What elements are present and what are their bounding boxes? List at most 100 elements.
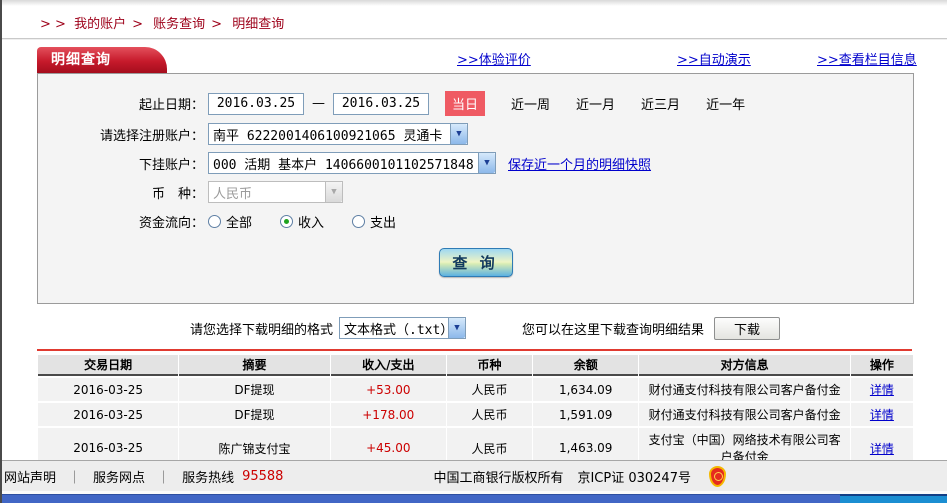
top-links: >>体验评价 >>自动演示 >>查看栏目信息	[37, 49, 917, 68]
fund-flow-label: 资金流向：	[138, 215, 204, 231]
chevron-down-icon[interactable]: ▼	[478, 153, 495, 173]
breadcrumb-prefix: > >	[40, 17, 66, 32]
date-range-row: 起止日期： — 当日 近一周 近一月 近三月 近一年	[38, 91, 913, 116]
tab-row: 明细查询 >>体验评价 >>自动演示 >>查看栏目信息	[37, 47, 917, 73]
cell-balance: 1,634.09	[533, 378, 639, 401]
download-format-value: 文本格式（.txt）	[344, 322, 449, 338]
register-account-row: 请选择注册账户： 南平 6222001406100921065 灵通卡 ▼	[38, 123, 913, 145]
sub-account-select[interactable]: 000 活期 基本户 1406600101102571848 ▼	[208, 152, 496, 174]
date-to-input[interactable]	[333, 92, 429, 115]
fund-flow-options: 全部 收入 支出	[208, 212, 424, 231]
breadcrumb-item-my-account[interactable]: 我的账户	[74, 17, 126, 32]
chevron-down-icon[interactable]: ▼	[448, 318, 466, 338]
detail-link[interactable]: 详情	[870, 408, 894, 422]
today-button[interactable]: 当日	[445, 91, 486, 116]
bottom-bar	[2, 494, 947, 503]
footer-left-links: 网站声明 ｜ 服务网点 ｜ 服务热线 95588	[2, 467, 283, 486]
cell-summary: DF提现	[179, 403, 330, 426]
cell-action: 详情	[850, 403, 913, 426]
icp-emblem-icon	[708, 465, 726, 487]
col-header-counterparty: 对方信息	[639, 355, 850, 376]
register-account-value: 南平 6222001406100921065 灵通卡	[213, 128, 443, 144]
fund-flow-row: 资金流向： 全部 收入 支出	[38, 210, 913, 232]
radio-flow-all[interactable]: 全部	[208, 212, 252, 231]
page: > > 我的账户 > 账务查询 > 明细查询 明细查询 >>体验评价 >>自动演示 …	[0, 0, 947, 503]
col-header-amount: 收入/支出	[330, 355, 446, 376]
radio-flow-income-label: 收入	[298, 215, 325, 231]
quick-range-quarter[interactable]: 近三月	[641, 94, 680, 113]
register-account-select[interactable]: 南平 6222001406100921065 灵通卡 ▼	[208, 123, 468, 145]
date-dash: —	[312, 96, 325, 111]
quick-range-year[interactable]: 近一年	[706, 94, 745, 113]
sub-account-value: 000 活期 基本户 1406600101102571848	[213, 157, 474, 173]
currency-select-disabled: 人民币 ▼	[208, 181, 343, 203]
footer-icp: 京ICP证 030247号	[577, 470, 691, 486]
quick-range-month[interactable]: 近一月	[576, 94, 615, 113]
currency-row: 币 种： 人民币 ▼	[38, 181, 913, 203]
currency-label: 币 种：	[151, 186, 204, 202]
detail-link[interactable]: 详情	[870, 383, 894, 397]
bottom-bar-left	[2, 494, 840, 503]
query-button[interactable]: 查 询	[438, 248, 513, 277]
radio-flow-income[interactable]: 收入	[280, 212, 324, 231]
save-monthly-snapshot-link[interactable]: 保存近一个月的明细快照	[508, 154, 651, 173]
detail-link[interactable]: 详情	[870, 442, 894, 456]
chevron-down-icon: ▼	[325, 182, 342, 202]
footer-hotline-label: 服务热线	[182, 470, 235, 486]
footer: 网站声明 ｜ 服务网点 ｜ 服务热线 95588 中国工商银行版权所有 京ICP…	[2, 460, 947, 503]
cell-date: 2016-03-25	[38, 403, 179, 426]
breadcrumb-separator: >	[211, 17, 223, 32]
col-header-date: 交易日期	[38, 355, 179, 376]
transaction-table: 交易日期 摘要 收入/支出 币种 余额 对方信息 操作 2016-03-25 D…	[37, 353, 914, 470]
radio-circle-icon	[352, 214, 366, 228]
footer-separator: ｜	[157, 470, 171, 486]
footer-link-service-outlets[interactable]: 服务网点	[93, 467, 145, 486]
cell-amount: +53.00	[330, 378, 446, 401]
cell-counterparty: 财付通支付科技有限公司客户备付金	[639, 378, 850, 401]
download-format-select[interactable]: 文本格式（.txt） ▼	[339, 317, 467, 339]
link-view-column-info[interactable]: >>查看栏目信息	[817, 49, 917, 68]
currency-value: 人民币	[213, 186, 253, 202]
query-button-row: 查 询	[38, 248, 913, 277]
table-top-divider	[37, 349, 912, 351]
quick-range-week[interactable]: 近一周	[511, 94, 550, 113]
table-header-row: 交易日期 摘要 收入/支出 币种 余额 对方信息 操作	[38, 355, 913, 376]
radio-flow-expense[interactable]: 支出	[352, 212, 396, 231]
footer-copyright: 中国工商银行版权所有	[433, 470, 564, 486]
sub-account-label: 下挂账户：	[138, 157, 204, 173]
col-header-balance: 余额	[533, 355, 639, 376]
cell-date: 2016-03-25	[38, 378, 179, 401]
cell-currency: 人民币	[446, 378, 533, 401]
download-format-label: 请您选择下载明细的格式	[190, 322, 334, 338]
footer-copyright-group: 中国工商银行版权所有 京ICP证 030247号	[433, 465, 726, 487]
cell-currency: 人民币	[446, 403, 533, 426]
cell-summary: DF提现	[179, 378, 330, 401]
table-row: 2016-03-25 DF提现 +53.00 人民币 1,634.09 财付通支…	[38, 378, 913, 401]
date-range-label: 起止日期：	[138, 98, 204, 113]
col-header-currency: 币种	[446, 355, 533, 376]
breadcrumb-item-account-query[interactable]: 账务查询	[153, 17, 205, 32]
radio-circle-icon	[208, 214, 221, 228]
breadcrumb-item-detail-query: 明细查询	[232, 17, 285, 32]
chevron-down-icon[interactable]: ▼	[450, 124, 467, 144]
cell-counterparty: 财付通支付科技有限公司客户备付金	[639, 403, 850, 426]
link-auto-demo[interactable]: >>自动演示	[677, 49, 751, 68]
download-row: 请您选择下载明细的格式 文本格式（.txt） ▼ 您可以在这里下载查询明细结果 …	[190, 316, 947, 340]
col-header-action: 操作	[850, 355, 913, 376]
radio-circle-icon	[280, 214, 294, 228]
footer-link-site-statement[interactable]: 网站声明	[4, 467, 56, 486]
bottom-bar-right	[840, 494, 947, 503]
link-experience-rating[interactable]: >>体验评价	[457, 49, 531, 68]
breadcrumb-separator: >	[132, 17, 143, 32]
download-hint-label: 您可以在这里下载查询明细结果	[522, 322, 705, 338]
sub-account-row: 下挂账户： 000 活期 基本户 1406600101102571848 ▼ 保…	[38, 152, 913, 174]
breadcrumb-divider	[2, 38, 947, 39]
query-form-panel: 起止日期： — 当日 近一周 近一月 近三月 近一年 请选择注册账户： 南平 6…	[37, 73, 914, 304]
radio-flow-expense-label: 支出	[370, 215, 397, 231]
radio-flow-all-label: 全部	[226, 215, 253, 231]
download-button[interactable]: 下载	[714, 316, 781, 340]
cell-action: 详情	[850, 378, 913, 401]
date-from-input[interactable]	[208, 92, 304, 115]
table-row: 2016-03-25 DF提现 +178.00 人民币 1,591.09 财付通…	[38, 403, 913, 426]
cell-amount: +178.00	[330, 403, 446, 426]
